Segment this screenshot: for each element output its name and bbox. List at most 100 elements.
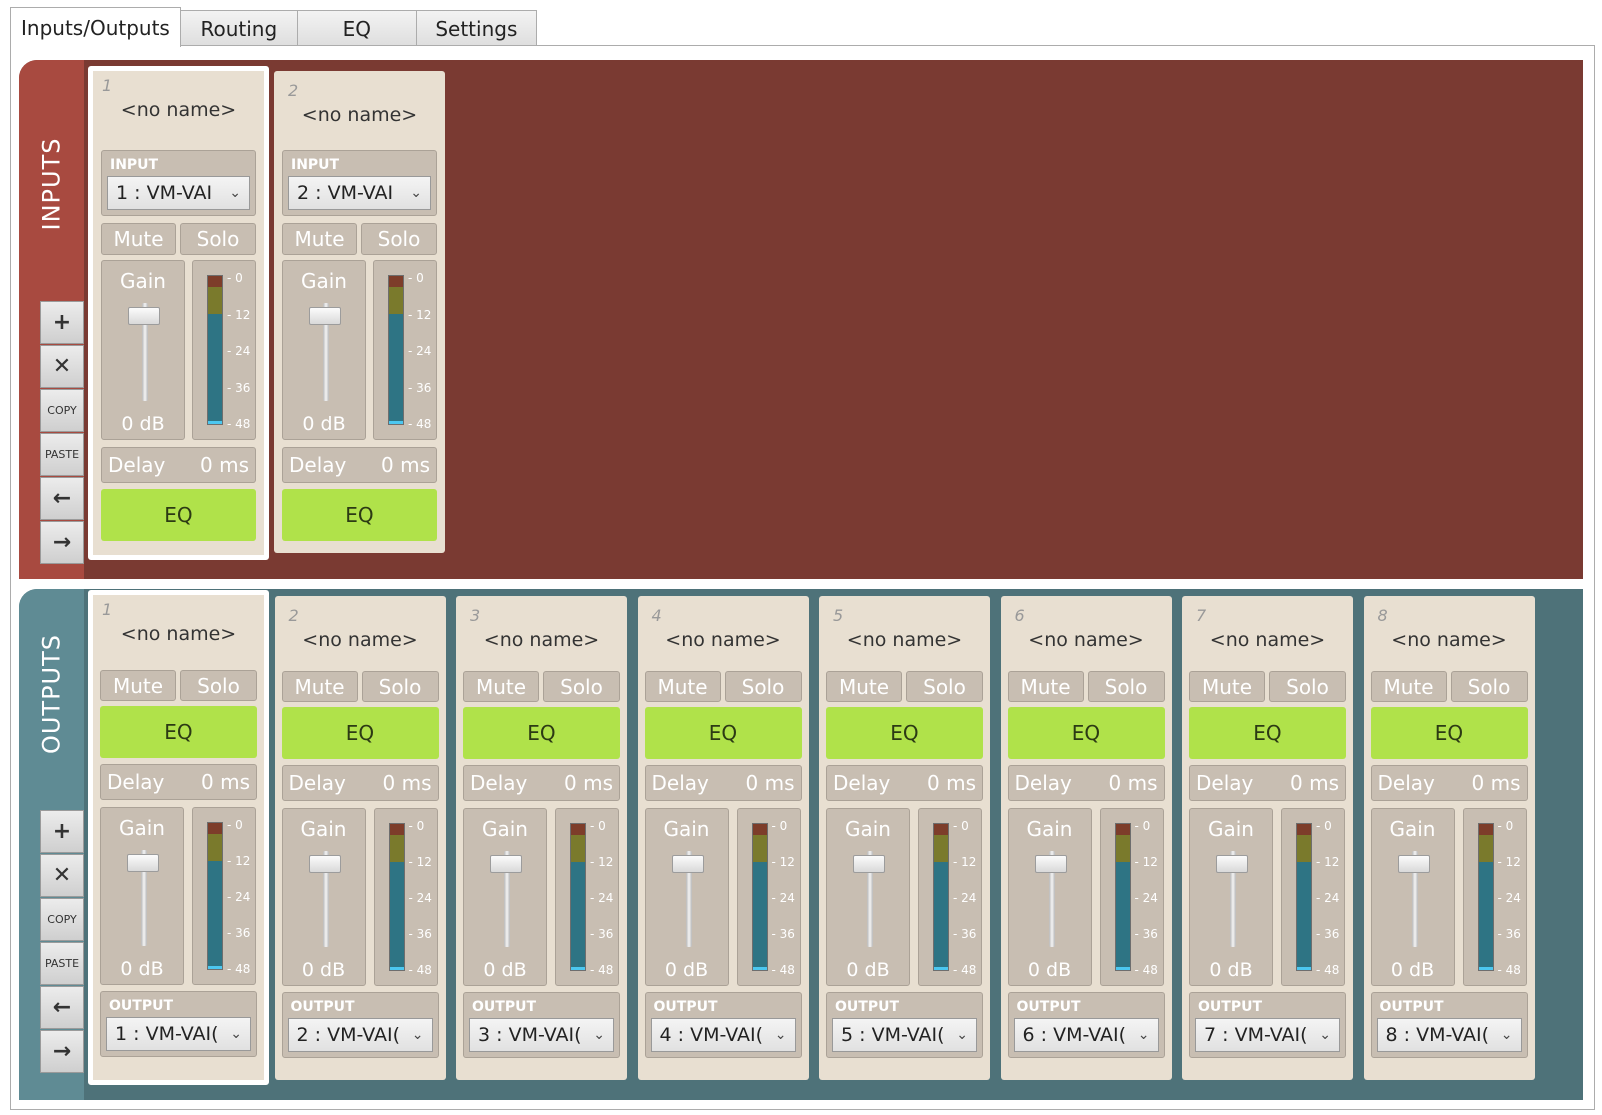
output-strip[interactable]: 6 <no name> Mute Solo EQ Delay 0 ms Gain 0 dB - 0… bbox=[1000, 596, 1172, 1080]
solo-button[interactable]: Solo bbox=[1087, 671, 1165, 702]
paste-output-button[interactable]: PASTE bbox=[40, 942, 84, 985]
gain-fader-handle[interactable] bbox=[853, 855, 885, 873]
delay-control[interactable]: Delay 0 ms bbox=[463, 765, 620, 801]
eq-button[interactable]: EQ bbox=[463, 707, 620, 759]
delay-control[interactable]: Delay 0 ms bbox=[1007, 765, 1165, 801]
tab-settings[interactable]: Settings bbox=[415, 10, 537, 46]
solo-button[interactable]: Solo bbox=[180, 670, 257, 701]
output-destination-select[interactable]: 1 : VM-VAI(⌄ bbox=[106, 1017, 251, 1051]
level-meter: - 0 - 12 - 24 - 36 - 48 bbox=[373, 260, 437, 440]
eq-button[interactable]: EQ bbox=[826, 707, 983, 759]
strip-name[interactable]: <no name> bbox=[819, 629, 990, 651]
solo-button[interactable]: Solo bbox=[906, 671, 983, 702]
output-destination-select[interactable]: 2 : VM-VAI(⌄ bbox=[287, 1018, 433, 1052]
meter-peak-zone bbox=[208, 276, 222, 287]
chevron-down-icon: ⌄ bbox=[411, 1027, 424, 1043]
mute-button[interactable]: Mute bbox=[100, 670, 176, 701]
output-strip[interactable]: 1 <no name> Mute Solo EQ Delay 0 ms Gain 0 dB - 0… bbox=[88, 590, 269, 1085]
solo-button[interactable]: Solo bbox=[543, 671, 620, 702]
strip-name[interactable]: <no name> bbox=[93, 99, 264, 121]
output-strip[interactable]: 5 <no name> Mute Solo EQ Delay 0 ms Gain 0 dB - 0… bbox=[819, 596, 990, 1080]
mute-button[interactable]: Mute bbox=[1007, 671, 1084, 702]
strip-name[interactable]: <no name> bbox=[275, 629, 446, 651]
input-strip[interactable]: 2 <no name> INPUT 2 : VM-VAI ⌄ Mute Solo Gain 0 … bbox=[274, 71, 445, 553]
solo-button[interactable]: Solo bbox=[180, 223, 256, 255]
strip-name[interactable]: <no name> bbox=[1182, 629, 1353, 651]
mute-button[interactable]: Mute bbox=[1189, 671, 1265, 702]
solo-button[interactable]: Solo bbox=[1269, 671, 1346, 702]
mute-button[interactable]: Mute bbox=[281, 671, 358, 702]
gain-fader-handle[interactable] bbox=[1216, 855, 1248, 873]
output-strip[interactable]: 3 <no name> Mute Solo EQ Delay 0 ms Gain 0 dB - 0… bbox=[456, 596, 627, 1080]
output-strip[interactable]: 7 <no name> Mute Solo EQ Delay 0 ms Gain 0 dB - 0… bbox=[1182, 596, 1353, 1080]
tab-inputs-outputs[interactable]: Inputs/Outputs bbox=[10, 7, 181, 47]
output-strip[interactable]: 8 <no name> Mute Solo EQ Delay 0 ms Gain 0 dB - 0… bbox=[1363, 596, 1535, 1080]
move-input-left-button[interactable]: ← bbox=[40, 477, 84, 520]
mute-button[interactable]: Mute bbox=[826, 671, 902, 702]
paste-input-button[interactable]: PASTE bbox=[40, 433, 84, 476]
output-destination-select[interactable]: 4 : VM-VAI(⌄ bbox=[650, 1018, 796, 1052]
gain-fader-handle[interactable] bbox=[1034, 855, 1067, 873]
eq-button[interactable]: EQ bbox=[281, 707, 439, 759]
add-input-button[interactable]: + bbox=[40, 301, 84, 344]
strip-name[interactable]: <no name> bbox=[456, 629, 627, 651]
copy-input-button[interactable]: COPY bbox=[40, 389, 84, 432]
delay-control[interactable]: Delay 0 ms bbox=[282, 447, 437, 483]
delay-control[interactable]: Delay 0 ms bbox=[101, 447, 256, 483]
solo-button[interactable]: Solo bbox=[1450, 671, 1528, 702]
delay-control[interactable]: Delay 0 ms bbox=[1189, 765, 1346, 801]
output-destination-select[interactable]: 5 : VM-VAI(⌄ bbox=[832, 1018, 977, 1052]
delay-control[interactable]: Delay 0 ms bbox=[281, 765, 439, 801]
tab-eq[interactable]: EQ bbox=[296, 10, 417, 46]
move-output-right-button[interactable]: → bbox=[40, 1030, 84, 1073]
gain-fader-handle[interactable] bbox=[309, 307, 341, 325]
delay-control[interactable]: Delay 0 ms bbox=[826, 765, 983, 801]
gain-fader-handle[interactable] bbox=[671, 855, 704, 873]
mute-button[interactable]: Mute bbox=[282, 223, 357, 255]
eq-button[interactable]: EQ bbox=[100, 706, 257, 758]
tab-routing[interactable]: Routing bbox=[179, 10, 298, 46]
input-source-select[interactable]: 1 : VM-VAI ⌄ bbox=[107, 176, 250, 210]
delay-control[interactable]: Delay 0 ms bbox=[1370, 765, 1528, 801]
solo-button[interactable]: Solo bbox=[724, 671, 802, 702]
output-destination-select[interactable]: 6 : VM-VAI(⌄ bbox=[1013, 1018, 1159, 1052]
eq-button[interactable]: EQ bbox=[101, 489, 256, 541]
input-strip[interactable]: 1 <no name> INPUT 1 : VM-VAI ⌄ Mute Solo Gain 0 … bbox=[88, 66, 269, 560]
move-output-left-button[interactable]: ← bbox=[40, 986, 84, 1029]
delay-control[interactable]: Delay 0 ms bbox=[100, 764, 257, 800]
mute-button[interactable]: Mute bbox=[463, 671, 539, 702]
output-strip[interactable]: 4 <no name> Mute Solo EQ Delay 0 ms Gain 0 dB - 0… bbox=[637, 596, 809, 1080]
gain-fader-handle[interactable] bbox=[128, 307, 160, 325]
eq-button[interactable]: EQ bbox=[282, 489, 437, 541]
mute-button[interactable]: Mute bbox=[101, 223, 176, 255]
add-output-button[interactable]: + bbox=[40, 810, 84, 853]
gain-fader-handle[interactable] bbox=[308, 855, 341, 873]
delay-control[interactable]: Delay 0 ms bbox=[644, 765, 802, 801]
copy-output-button[interactable]: COPY bbox=[40, 898, 84, 941]
input-source-select[interactable]: 2 : VM-VAI ⌄ bbox=[288, 176, 431, 210]
strip-name[interactable]: <no name> bbox=[1001, 629, 1172, 651]
output-destination-select[interactable]: 8 : VM-VAI(⌄ bbox=[1376, 1018, 1522, 1052]
solo-button[interactable]: Solo bbox=[361, 223, 437, 255]
output-destination-select[interactable]: 7 : VM-VAI(⌄ bbox=[1195, 1018, 1340, 1052]
input-source-label: INPUT bbox=[110, 157, 159, 173]
strip-name[interactable]: <no name> bbox=[638, 629, 809, 651]
eq-button[interactable]: EQ bbox=[1189, 707, 1346, 759]
solo-button[interactable]: Solo bbox=[361, 671, 439, 702]
remove-input-button[interactable]: ✕ bbox=[40, 345, 84, 388]
output-strip[interactable]: 2 <no name> Mute Solo EQ Delay 0 ms Gain 0 dB - 0… bbox=[274, 596, 446, 1080]
mute-button[interactable]: Mute bbox=[644, 671, 721, 702]
mute-button[interactable]: Mute bbox=[1370, 671, 1447, 702]
eq-button[interactable]: EQ bbox=[1370, 707, 1528, 759]
gain-fader-handle[interactable] bbox=[490, 855, 522, 873]
strip-name[interactable]: <no name> bbox=[93, 623, 264, 645]
strip-name[interactable]: <no name> bbox=[1364, 629, 1535, 651]
remove-output-button[interactable]: ✕ bbox=[40, 854, 84, 897]
eq-button[interactable]: EQ bbox=[644, 707, 802, 759]
eq-button[interactable]: EQ bbox=[1007, 707, 1165, 759]
output-destination-select[interactable]: 3 : VM-VAI(⌄ bbox=[469, 1018, 614, 1052]
move-input-right-button[interactable]: → bbox=[40, 521, 84, 564]
gain-fader-handle[interactable] bbox=[1397, 855, 1430, 873]
strip-name[interactable]: <no name> bbox=[274, 104, 445, 126]
gain-fader-handle[interactable] bbox=[127, 854, 159, 872]
